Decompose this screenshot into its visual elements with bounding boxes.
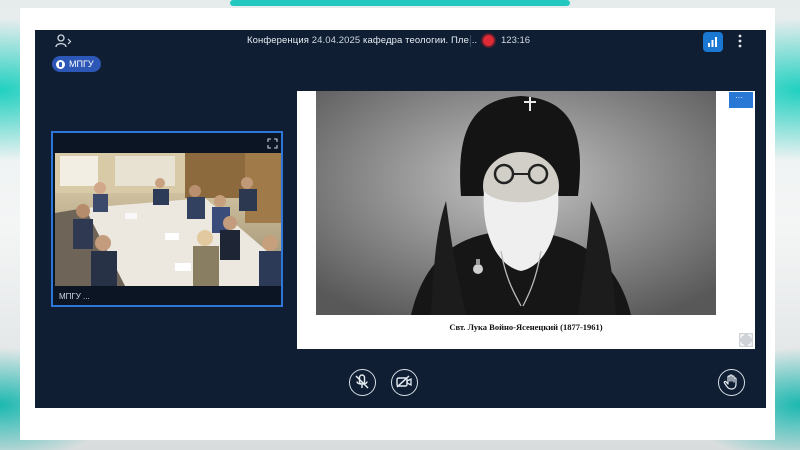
microphone-toggle-button[interactable] [349, 369, 376, 396]
recording-timer: 123:16 [501, 35, 531, 46]
fullscreen-icon [267, 138, 278, 149]
shared-screen: Свт. Лука Войно-Ясенецкий (1877-1961) [297, 91, 755, 349]
more-options-button[interactable] [734, 33, 746, 49]
raise-hand-button[interactable] [718, 369, 745, 396]
camera-off-icon [396, 375, 412, 388]
connection-quality-button[interactable] [703, 32, 723, 52]
frame-accent [230, 0, 570, 6]
camera-toggle-button[interactable] [391, 369, 418, 396]
organization-label: МПГУ [69, 59, 94, 69]
slide-options-button[interactable] [729, 92, 753, 108]
title-label: Конференция [247, 35, 309, 46]
participant-video [55, 153, 281, 286]
participant-tile[interactable]: МПГУ ... [51, 131, 283, 307]
raise-hand-icon [723, 374, 737, 390]
organization-icon [56, 59, 65, 69]
conference-window: Конференция 24.04.2025 кафедра теологии.… [35, 30, 766, 408]
meeting-room-image [55, 153, 281, 286]
portrait-image [316, 91, 716, 315]
title-date: 24.04.2025 [311, 35, 361, 46]
microphone-muted-icon [355, 374, 369, 389]
title-subtitle: кафедра теологии. Пле... [363, 35, 478, 46]
divider [470, 35, 471, 47]
slide-caption: Свт. Лука Войно-Ясенецкий (1877-1961) [449, 322, 603, 332]
participant-name: МПГУ ... [59, 292, 90, 301]
participants-button[interactable] [55, 34, 73, 48]
kebab-menu-icon [738, 34, 742, 48]
top-bar: Конференция 24.04.2025 кафедра теологии.… [35, 30, 766, 52]
organization-badge[interactable]: МПГУ [52, 56, 101, 72]
fullscreen-icon [740, 334, 752, 346]
signal-bars-icon [708, 37, 717, 47]
user-icon [55, 34, 72, 48]
expand-screen-button[interactable] [739, 333, 753, 347]
portrait-illustration [316, 91, 716, 315]
conference-title: Конференция 24.04.2025 кафедра теологии.… [247, 35, 477, 46]
recording-icon [483, 35, 494, 46]
expand-tile-button[interactable] [267, 136, 278, 149]
